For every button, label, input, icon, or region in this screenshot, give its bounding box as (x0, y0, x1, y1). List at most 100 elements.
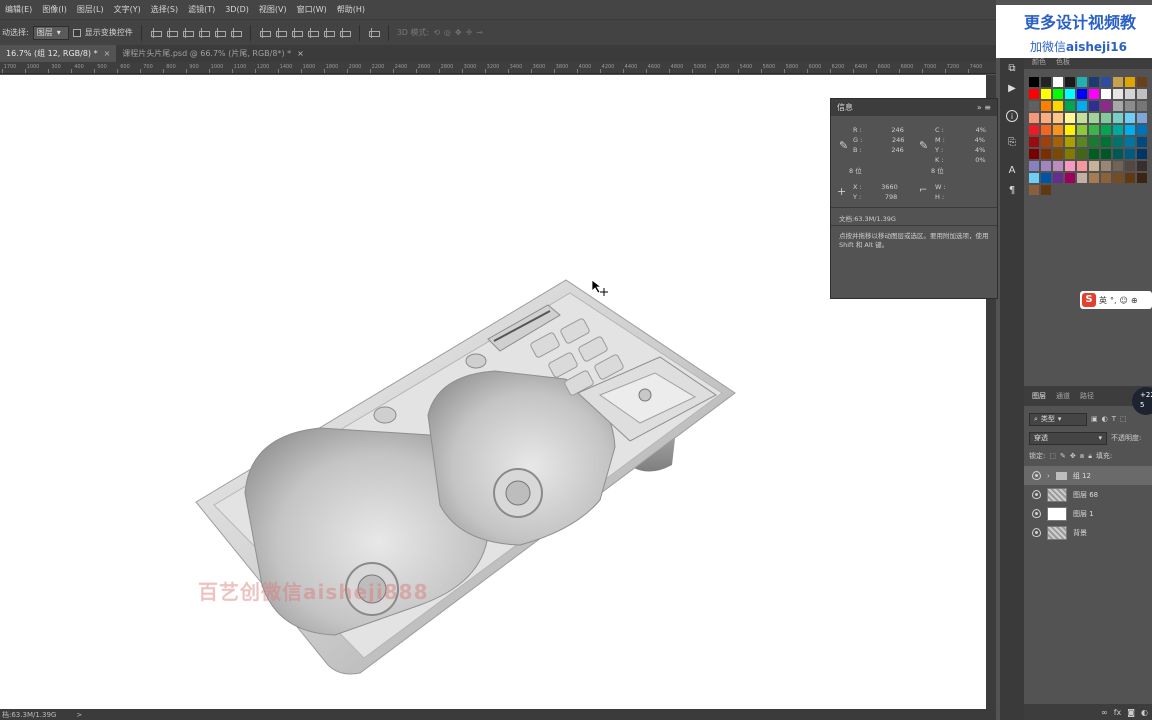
paragraph-icon[interactable]: ¶ (1006, 185, 1018, 197)
auto-select-dropdown[interactable]: 图层 ▾ (32, 25, 69, 40)
tab-paths[interactable]: 路径 (1080, 391, 1094, 401)
info-icon[interactable]: i (1006, 110, 1018, 122)
color-swatch[interactable] (1089, 113, 1099, 123)
align-vcenter-icon[interactable] (166, 27, 178, 39)
distribute-top-icon[interactable] (259, 27, 271, 39)
adjustment-layer-icon[interactable]: ◐ (1141, 708, 1148, 717)
color-swatch[interactable] (1113, 161, 1123, 171)
layer-filter-dropdown[interactable]: ⌕ 类型 ▾ (1029, 412, 1087, 426)
color-swatch[interactable] (1113, 101, 1123, 111)
lock-move-icon[interactable]: ✥ (1070, 452, 1076, 460)
align-top-icon[interactable] (150, 27, 162, 39)
blend-mode-dropdown[interactable]: 穿透 ▾ (1029, 431, 1107, 445)
visibility-eye-icon[interactable] (1032, 528, 1041, 537)
close-icon[interactable]: × (104, 49, 111, 58)
tab-channels[interactable]: 通道 (1056, 391, 1070, 401)
color-swatch[interactable] (1089, 161, 1099, 171)
filter-shape-icon[interactable]: ⬚ (1120, 415, 1127, 423)
color-swatch[interactable] (1089, 77, 1099, 87)
menu-item[interactable]: 图像(I) (37, 4, 72, 15)
color-swatch[interactable] (1101, 101, 1111, 111)
color-swatch[interactable] (1089, 137, 1099, 147)
color-swatch[interactable] (1053, 125, 1063, 135)
lock-all-icon[interactable]: 🔒︎ (1088, 452, 1092, 461)
color-swatch[interactable] (1041, 161, 1051, 171)
history-icon[interactable]: ⧉ (1006, 63, 1018, 75)
color-swatch[interactable] (1125, 149, 1135, 159)
color-swatch[interactable] (1029, 101, 1039, 111)
color-swatch[interactable] (1065, 125, 1075, 135)
color-swatch[interactable] (1077, 137, 1087, 147)
color-swatch[interactable] (1029, 113, 1039, 123)
menu-item[interactable]: 窗口(W) (292, 4, 332, 15)
menu-item[interactable]: 3D(D) (220, 5, 254, 14)
color-swatch[interactable] (1077, 173, 1087, 183)
color-swatch[interactable] (1077, 113, 1087, 123)
color-swatch[interactable] (1065, 149, 1075, 159)
color-swatch[interactable] (1137, 137, 1147, 147)
filter-pixel-icon[interactable]: ▣ (1091, 415, 1098, 423)
color-swatch[interactable] (1125, 161, 1135, 171)
color-swatch[interactable] (1137, 77, 1147, 87)
visibility-eye-icon[interactable] (1032, 509, 1041, 518)
color-swatch[interactable] (1113, 125, 1123, 135)
menu-item[interactable]: 帮助(H) (332, 4, 370, 15)
fx-button[interactable]: fx (1114, 708, 1122, 717)
menu-item[interactable]: 文字(Y) (109, 4, 146, 15)
color-swatch[interactable] (1041, 101, 1051, 111)
color-swatch[interactable] (1029, 161, 1039, 171)
character-icon[interactable]: A (1006, 165, 1018, 177)
color-swatch[interactable] (1077, 89, 1087, 99)
color-swatch[interactable] (1065, 113, 1075, 123)
menu-item[interactable]: 视图(V) (254, 4, 292, 15)
color-swatch[interactable] (1053, 77, 1063, 87)
color-swatch[interactable] (1125, 173, 1135, 183)
3d-rotate-icon[interactable]: ⟲ (433, 28, 440, 37)
menu-item[interactable]: 选择(S) (146, 4, 183, 15)
color-swatch[interactable] (1065, 161, 1075, 171)
layer-row[interactable]: › 组 12 (1024, 466, 1152, 485)
color-swatch[interactable] (1041, 125, 1051, 135)
3d-slide-icon[interactable]: ✛ (466, 28, 473, 37)
color-swatch[interactable] (1113, 137, 1123, 147)
color-swatch[interactable] (1113, 173, 1123, 183)
visibility-eye-icon[interactable] (1032, 471, 1041, 480)
color-swatch[interactable] (1101, 113, 1111, 123)
status-arrow-icon[interactable]: > (76, 711, 82, 719)
color-swatch[interactable] (1113, 89, 1123, 99)
color-swatch[interactable] (1077, 149, 1087, 159)
show-transform-checkbox[interactable] (72, 28, 81, 37)
3d-scale-icon[interactable]: ⊸ (476, 28, 483, 37)
color-swatch[interactable] (1041, 77, 1051, 87)
color-swatch[interactable] (1029, 125, 1039, 135)
color-swatch[interactable] (1077, 161, 1087, 171)
menu-item[interactable]: 图层(L) (72, 4, 109, 15)
color-swatch[interactable] (1137, 161, 1147, 171)
color-swatch[interactable] (1077, 77, 1087, 87)
filter-type-icon[interactable]: T (1112, 415, 1116, 423)
color-swatch[interactable] (1077, 125, 1087, 135)
menu-item[interactable]: 编辑(E) (0, 4, 37, 15)
panel-menu-icon[interactable]: » ≡ (977, 103, 991, 112)
align-bottom-icon[interactable] (182, 27, 194, 39)
lock-artboard-icon[interactable]: ⧈ (1080, 452, 1084, 461)
color-swatch[interactable] (1125, 113, 1135, 123)
distribute-vcenter-icon[interactable] (275, 27, 287, 39)
3d-drag-icon[interactable]: ✥ (455, 28, 462, 37)
menu-item[interactable]: 滤镜(T) (183, 4, 220, 15)
color-swatch[interactable] (1053, 89, 1063, 99)
color-swatch[interactable] (1089, 89, 1099, 99)
color-swatch[interactable] (1077, 101, 1087, 111)
align-left-icon[interactable] (198, 27, 210, 39)
tab-layers[interactable]: 图层 (1032, 391, 1046, 401)
color-swatch[interactable] (1125, 89, 1135, 99)
color-swatch[interactable] (1065, 89, 1075, 99)
filter-adjust-icon[interactable]: ◐ (1102, 415, 1108, 423)
color-swatch[interactable] (1041, 89, 1051, 99)
color-swatch[interactable] (1053, 101, 1063, 111)
color-swatch[interactable] (1053, 137, 1063, 147)
color-swatch[interactable] (1089, 149, 1099, 159)
sogou-logo-icon[interactable]: S (1082, 293, 1096, 307)
color-swatch[interactable] (1101, 89, 1111, 99)
ime-mic-icon[interactable]: ⊕ (1131, 296, 1138, 305)
